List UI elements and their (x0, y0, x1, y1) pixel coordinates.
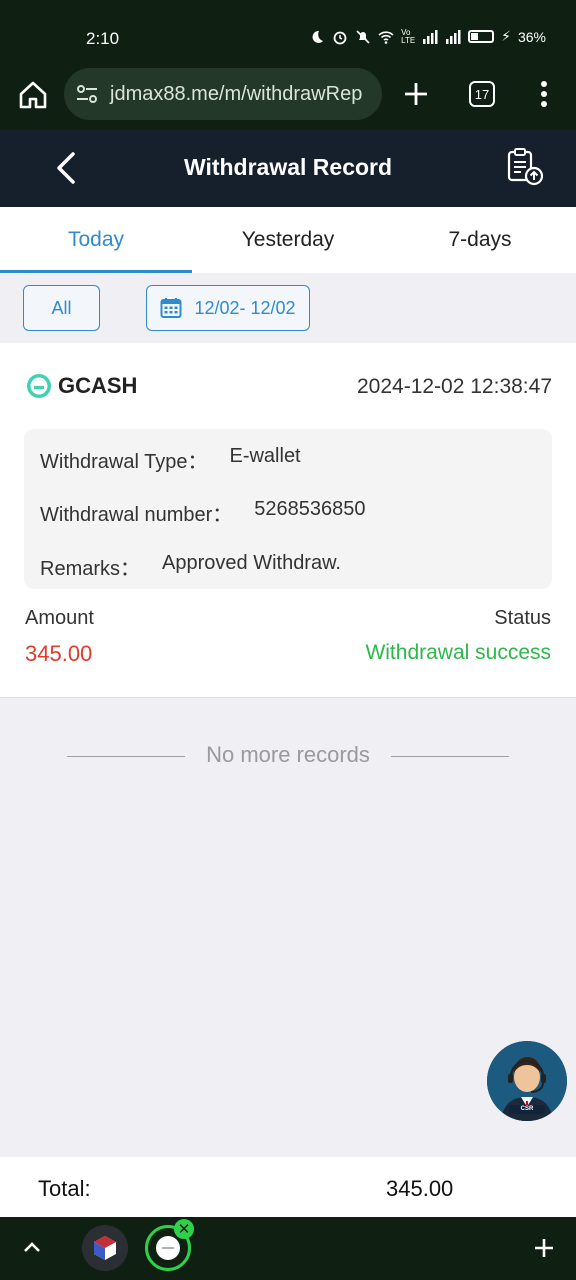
floating-app-bubble[interactable] (82, 1225, 128, 1271)
filter-row: All 12/02- 12/02 (0, 273, 576, 343)
more-vert-icon[interactable] (532, 78, 556, 110)
tab-yesterday[interactable]: Yesterday (192, 207, 384, 273)
wifi-icon (378, 30, 394, 44)
app-header: Withdrawal Record (0, 130, 576, 207)
tab-7-days[interactable]: 7-days (384, 207, 576, 273)
url-bar[interactable]: jdmax88.me/m/withdrawRep (64, 68, 382, 120)
date-range-text: 12/02- 12/02 (194, 297, 296, 318)
volte-label: Vo LTE (401, 27, 416, 45)
date-range-button[interactable]: 12/02- 12/02 (146, 285, 310, 331)
no-more-records-text: No more records (206, 742, 370, 767)
calendar-icon (160, 298, 182, 318)
moon-icon (312, 30, 324, 43)
page-title: Withdrawal Record (183, 154, 393, 180)
all-filter-button[interactable]: All (23, 285, 100, 331)
plus-icon[interactable] (533, 1237, 555, 1259)
withdrawal-number-value: 5268536850 (254, 498, 366, 520)
remarks-value: Approved Withdraw. (162, 552, 341, 574)
plus-icon[interactable] (400, 78, 432, 110)
divider-left (67, 756, 185, 757)
total-label: Total: (38, 1176, 91, 1201)
payment-method: GCASH (26, 373, 137, 399)
chat-bubble-icon (156, 1236, 180, 1260)
battery-percent: 36% (517, 28, 546, 45)
withdrawal-type-row: Withdrawal Type： E-wallet (40, 445, 301, 474)
withdrawal-record-card: GCASH 2024-12-02 12:38:47 Withdrawal Typ… (0, 343, 576, 698)
record-details: Withdrawal Type： E-wallet Withdrawal num… (24, 429, 552, 589)
withdrawal-number-row: Withdrawal number： 5268536850 (40, 498, 366, 527)
withdrawal-type-value: E-wallet (229, 445, 301, 467)
no-more-records: No more records (0, 742, 576, 768)
tab-count: 17 (474, 86, 490, 102)
tab-today[interactable]: Today (0, 207, 192, 273)
withdrawal-number-label: Withdrawal number： (40, 504, 233, 526)
withdrawal-type-label: Withdrawal Type： (40, 451, 208, 473)
remarks-row: Remarks： Approved Withdraw. (40, 552, 341, 581)
charging-icon: ⚡ (501, 28, 511, 44)
mute-icon (356, 29, 370, 44)
record-datetime: 2024-12-02 12:38:47 (357, 375, 552, 398)
gcash-logo-icon (27, 374, 51, 398)
export-record-icon[interactable] (504, 146, 546, 188)
tabs-icon[interactable]: 17 (469, 81, 495, 107)
site-settings-icon[interactable] (74, 81, 100, 107)
divider-right (391, 756, 509, 757)
remarks-label: Remarks： (40, 558, 141, 580)
status-label: Status (494, 607, 551, 629)
close-icon[interactable]: ✕ (174, 1219, 194, 1239)
total-bar: Total: 345.00 (0, 1157, 576, 1217)
status-value: Withdrawal success (365, 641, 551, 664)
chevron-up-icon[interactable] (22, 1239, 42, 1255)
customer-service-avatar[interactable]: CSR (487, 1041, 567, 1121)
browser-toolbar: jdmax88.me/m/withdrawRep 17 (0, 64, 576, 130)
system-bottom-bar: ✕ (0, 1217, 576, 1280)
payment-method-name: GCASH (58, 373, 138, 398)
cs-avatar-text: CSR (520, 1106, 534, 1112)
battery-icon (468, 30, 495, 43)
total-value: 345.00 (386, 1176, 454, 1201)
url-text[interactable]: jdmax88.me/m/withdrawRep (110, 83, 362, 106)
home-icon[interactable] (16, 78, 50, 112)
date-tabs: Today Yesterday 7-days (0, 207, 576, 273)
cube-icon (94, 1236, 116, 1260)
status-bar: 2:10 Vo LTE ⚡ 36% (0, 0, 576, 64)
amount-value: 345.00 (25, 641, 93, 666)
status-time: 2:10 (86, 29, 120, 48)
signal-icon (423, 29, 438, 44)
amount-label: Amount (25, 607, 94, 629)
alarm-icon (333, 31, 347, 44)
status-icons: Vo LTE ⚡ 36% (309, 28, 546, 45)
signal-icon (446, 29, 461, 44)
